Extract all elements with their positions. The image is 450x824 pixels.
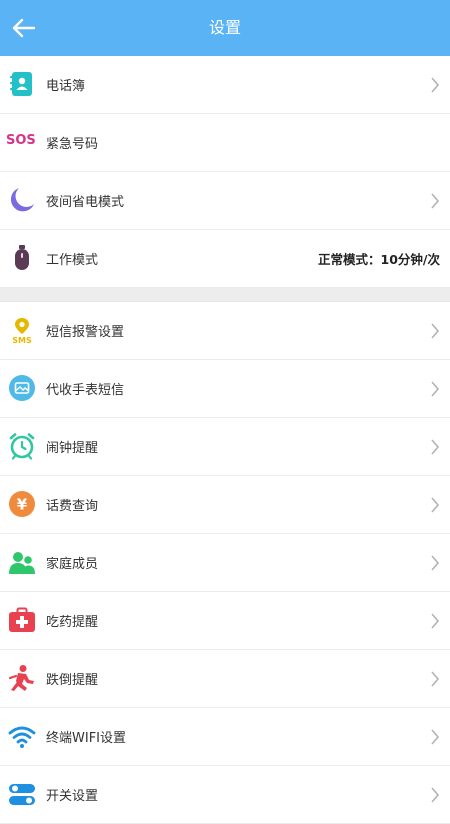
settings-item-fall-reminder[interactable]: 跌倒提醒 [0,650,450,708]
phonebook-icon [10,72,32,96]
sms-icon-text: SMS [12,336,32,344]
watch-device-icon [15,245,29,270]
chevron-right-icon [431,381,440,397]
settings-item-label: 电话簿 [46,79,86,94]
chevron-right-icon [431,439,440,455]
settings-item-sms-alarm[interactable]: SMS 短信报警设置 [0,302,450,360]
settings-item-phonebook[interactable]: 电话簿 [0,56,450,114]
chevron-right-icon [431,77,440,93]
chevron-right-icon [431,497,440,513]
chevron-right-icon [431,787,440,803]
settings-item-label: 紧急号码 [46,137,99,152]
settings-item-label: 吃药提醒 [46,615,99,630]
settings-item-fee-query[interactable]: ¥ 话费查询 [0,476,450,534]
work-mode-value: 正常模式：10分钟/次 [318,252,440,267]
falling-person-icon [8,665,34,691]
sos-icon: SOS [6,133,36,148]
settings-item-terminal-wifi[interactable]: 终端WIFI设置 [0,708,450,766]
settings-item-label: 短信报警设置 [46,325,125,340]
chevron-right-icon [431,323,440,339]
top-bar: 设置 [0,0,450,56]
wifi-icon [8,726,36,748]
settings-item-label: 代收手表短信 [46,383,125,398]
chevron-right-icon [431,555,440,571]
family-icon [9,552,35,574]
page-title: 设置 [208,18,241,37]
chevron-right-icon [431,193,440,209]
settings-list: 电话簿 SOS 紧急号码 夜间省电模式 工作模式 正常模式：10分钟/次 SMS… [0,56,450,824]
chevron-right-icon [431,729,440,745]
alarm-clock-icon [9,433,35,460]
settings-item-medicine-reminder[interactable]: 吃药提醒 [0,592,450,650]
yuan-icon: ¥ [9,491,35,517]
settings-item-label: 话费查询 [46,499,99,514]
yuan-symbol: ¥ [17,496,28,514]
chevron-right-icon [431,613,440,629]
first-aid-kit-icon [9,607,35,632]
toggle-switch-icon [9,784,35,805]
settings-item-night-power-saving[interactable]: 夜间省电模式 [0,172,450,230]
settings-item-label: 夜间省电模式 [46,195,125,210]
settings-item-family-members[interactable]: 家庭成员 [0,534,450,592]
moon-icon [10,188,35,212]
settings-item-label: 开关设置 [46,789,99,804]
settings-item-receive-watch-sms[interactable]: 代收手表短信 [0,360,450,418]
sms-location-icon: SMS [12,318,32,344]
settings-item-label: 闹钟提醒 [46,441,99,456]
message-icon [9,375,35,401]
section-divider [0,288,450,302]
settings-item-label: 家庭成员 [46,557,99,572]
chevron-right-icon [431,671,440,687]
settings-item-label: 跌倒提醒 [46,673,99,688]
settings-item-alarm-reminder[interactable]: 闹钟提醒 [0,418,450,476]
settings-item-emergency-number[interactable]: SOS 紧急号码 [0,114,450,172]
settings-item-switch-settings[interactable]: 开关设置 [0,766,450,824]
settings-item-label: 终端WIFI设置 [46,731,126,746]
settings-item-work-mode[interactable]: 工作模式 正常模式：10分钟/次 [0,230,450,288]
settings-item-label: 工作模式 [46,253,99,268]
